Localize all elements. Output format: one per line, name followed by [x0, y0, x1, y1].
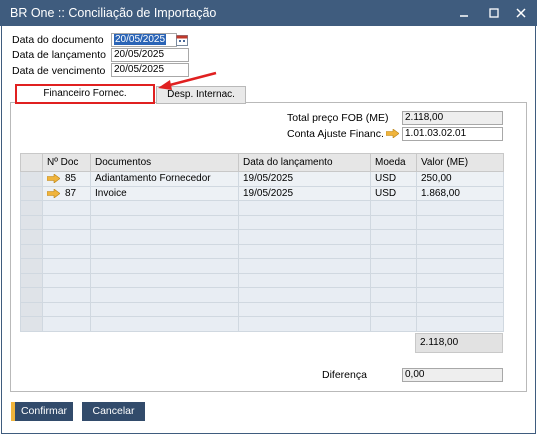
- doc-no-cell: 85: [42, 171, 91, 187]
- close-icon[interactable]: [511, 3, 531, 23]
- doc-date-label: Data do documento: [12, 34, 104, 46]
- row-header[interactable]: [20, 171, 43, 187]
- document-cell: Adiantamento Fornecedor: [90, 171, 239, 187]
- adjust-account-label: Conta Ajuste Financ.: [287, 128, 384, 140]
- annotation-arrow-icon: [158, 71, 217, 90]
- cancel-button[interactable]: Cancelar: [82, 402, 145, 421]
- posting-date-field[interactable]: 20/05/2025: [111, 48, 189, 62]
- value-cell: 250,00: [416, 171, 504, 187]
- window-title: BR One :: Conciliação de Importação: [10, 6, 217, 20]
- empty-row[interactable]: [20, 200, 504, 216]
- documents-table: Nº Doc Documentos Data do lançamento Moe…: [20, 153, 504, 332]
- column-header-posting-date[interactable]: Data do lançamento: [238, 153, 371, 172]
- empty-row[interactable]: [20, 316, 504, 332]
- fob-total-label: Total preço FOB (ME): [287, 112, 389, 124]
- adjust-account-field[interactable]: 1.01.03.02.01: [402, 127, 503, 141]
- currency-cell: USD: [370, 185, 417, 201]
- doc-date-value: 20/05/2025: [114, 34, 167, 45]
- orange-link-arrow-icon[interactable]: [385, 128, 400, 141]
- column-header-documents[interactable]: Documentos: [90, 153, 239, 172]
- table-row[interactable]: 87 Invoice 19/05/2025 USD 1.868,00: [20, 185, 504, 201]
- title-bar: BR One :: Conciliação de Importação: [0, 0, 537, 26]
- date-cell: 19/05/2025: [238, 171, 371, 187]
- empty-row[interactable]: [20, 214, 504, 230]
- currency-cell: USD: [370, 171, 417, 187]
- orange-link-arrow-icon[interactable]: [47, 188, 60, 198]
- table-total: 2.118,00: [415, 333, 503, 353]
- value-cell: 1.868,00: [416, 185, 504, 201]
- empty-row[interactable]: [20, 258, 504, 274]
- confirm-button[interactable]: Confirmar: [11, 402, 73, 421]
- table-row[interactable]: 85 Adiantamento Fornecedor 19/05/2025 US…: [20, 171, 504, 187]
- empty-row[interactable]: [20, 229, 504, 245]
- empty-row[interactable]: [20, 301, 504, 317]
- tab-financeiro-fornec[interactable]: Financeiro Fornec.: [15, 84, 155, 104]
- doc-date-field[interactable]: 20/05/2025: [111, 33, 177, 47]
- column-header-doc-no[interactable]: Nº Doc: [42, 153, 91, 172]
- difference-label: Diferença: [322, 369, 367, 381]
- document-cell: Invoice: [90, 185, 239, 201]
- calendar-icon[interactable]: [176, 34, 188, 46]
- empty-row[interactable]: [20, 287, 504, 303]
- column-header-currency[interactable]: Moeda: [370, 153, 417, 172]
- date-cell: 19/05/2025: [238, 185, 371, 201]
- doc-no: 85: [65, 173, 77, 185]
- maximize-icon[interactable]: [484, 3, 504, 23]
- difference-field: 0,00: [402, 368, 503, 382]
- empty-row[interactable]: [20, 272, 504, 288]
- due-date-label: Data de vencimento: [12, 65, 106, 77]
- column-header-value[interactable]: Valor (ME): [416, 153, 504, 172]
- doc-no: 87: [65, 187, 77, 199]
- orange-link-arrow-icon[interactable]: [47, 174, 60, 184]
- fob-total-field: 2.118,00: [402, 111, 503, 125]
- posting-date-label: Data de lançamento: [12, 49, 106, 61]
- empty-row[interactable]: [20, 243, 504, 259]
- doc-no-cell: 87: [42, 185, 91, 201]
- row-header[interactable]: [20, 185, 43, 201]
- row-header-corner: [20, 153, 43, 172]
- minimize-icon[interactable]: [454, 3, 474, 23]
